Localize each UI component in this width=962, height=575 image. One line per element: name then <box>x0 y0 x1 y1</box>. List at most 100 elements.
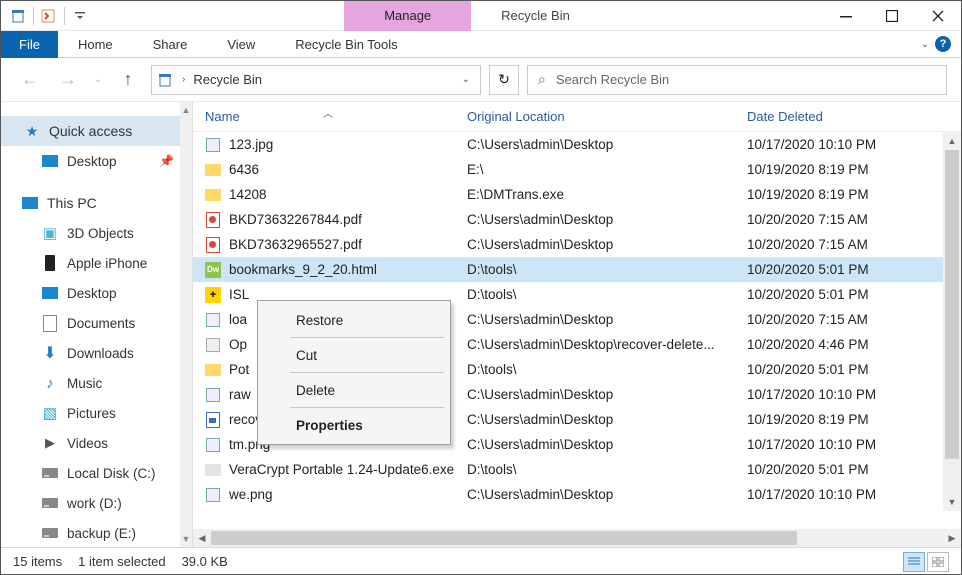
star-icon: ★ <box>23 122 41 140</box>
table-row[interactable]: 6436E:\10/19/2020 8:19 PM <box>193 157 961 182</box>
ribbon-expand-area: ⌄ ? <box>921 36 961 52</box>
sidebar-quick-access[interactable]: ★ Quick access <box>1 116 192 146</box>
sidebar-item-pictures[interactable]: ▧Pictures <box>1 398 192 428</box>
sidebar-item-label: 3D Objects <box>67 226 134 241</box>
divider <box>64 7 65 25</box>
sidebar-item-music[interactable]: ♪Music <box>1 368 192 398</box>
sidebar-this-pc[interactable]: This PC <box>1 188 192 218</box>
file-name: Op <box>229 337 247 352</box>
file-name: raw <box>229 387 251 402</box>
history-dropdown[interactable]: ⌄ <box>91 65 105 95</box>
file-name: VeraCrypt Portable 1.24-Update6.exe <box>229 462 454 477</box>
recycle-bin-icon[interactable] <box>7 5 29 27</box>
file-name: we.png <box>229 487 273 502</box>
view-large-icons-button[interactable] <box>927 552 949 572</box>
scroll-left-icon[interactable]: ◀ <box>193 529 211 547</box>
column-name[interactable]: ︿ Name <box>205 109 467 124</box>
column-date-deleted[interactable]: Date Deleted <box>747 109 961 124</box>
minimize-button[interactable] <box>823 1 869 31</box>
context-menu: Restore Cut Delete Properties <box>257 300 451 445</box>
ctx-restore[interactable]: Restore <box>260 305 448 335</box>
cell-name: 14208 <box>205 187 467 203</box>
tab-home[interactable]: Home <box>58 31 133 58</box>
sidebar-item-backup-e[interactable]: backup (E:) <box>1 518 192 547</box>
qat-dropdown-icon[interactable] <box>69 5 91 27</box>
tab-recycle-bin-tools[interactable]: Recycle Bin Tools <box>275 31 417 58</box>
back-button[interactable]: ← <box>15 65 45 95</box>
scroll-up-icon[interactable]: ▲ <box>180 102 192 118</box>
address-dropdown-icon[interactable]: ⌄ <box>456 74 476 85</box>
vertical-scrollbar[interactable]: ▲ ▼ <box>943 132 961 511</box>
cell-date-deleted: 10/20/2020 5:01 PM <box>747 287 961 302</box>
close-button[interactable] <box>915 1 961 31</box>
navpane-scrollbar[interactable]: ▲ ▼ <box>180 102 192 547</box>
cube-icon: ▣ <box>41 224 59 242</box>
properties-icon[interactable] <box>38 5 60 27</box>
disk-icon <box>41 524 59 542</box>
refresh-button[interactable]: ↻ <box>489 65 519 95</box>
view-details-button[interactable] <box>903 552 925 572</box>
breadcrumb-text[interactable]: Recycle Bin <box>193 72 449 87</box>
ctx-properties[interactable]: Properties <box>260 410 448 440</box>
scroll-up-icon[interactable]: ▲ <box>943 132 961 150</box>
column-original-location[interactable]: Original Location <box>467 109 747 124</box>
menu-separator <box>290 372 444 373</box>
sidebar-item-label: Documents <box>67 316 135 331</box>
table-row[interactable]: BKD73632267844.pdfC:\Users\admin\Desktop… <box>193 207 961 232</box>
ctx-delete[interactable]: Delete <box>260 375 448 405</box>
sidebar-item-documents[interactable]: Documents <box>1 308 192 338</box>
maximize-button[interactable] <box>869 1 915 31</box>
scroll-right-icon[interactable]: ▶ <box>943 529 961 547</box>
table-row[interactable]: Dwbookmarks_9_2_20.htmlD:\tools\10/20/20… <box>193 257 961 282</box>
sidebar-item-desktop[interactable]: Desktop 📌 <box>1 146 192 176</box>
cell-name: we.png <box>205 487 467 503</box>
address-bar[interactable]: › Recycle Bin ⌄ <box>151 65 481 95</box>
forward-button[interactable]: → <box>53 65 83 95</box>
table-row[interactable]: 14208E:\DMTrans.exe10/19/2020 8:19 PM <box>193 182 961 207</box>
file-tab[interactable]: File <box>1 31 58 58</box>
monitor-icon <box>41 284 59 302</box>
table-row[interactable]: we.pngC:\Users\admin\Desktop10/17/2020 1… <box>193 482 961 507</box>
music-icon: ♪ <box>41 374 59 392</box>
search-placeholder: Search Recycle Bin <box>556 72 669 87</box>
context-tab-manage[interactable]: Manage <box>344 1 471 31</box>
explorer-window: Manage Recycle Bin File Home Share View … <box>0 0 962 575</box>
monitor-icon <box>41 152 59 170</box>
cell-name: 6436 <box>205 162 467 178</box>
scroll-down-icon[interactable]: ▼ <box>180 531 192 547</box>
horizontal-scrollbar[interactable]: ◀ ▶ <box>193 529 961 547</box>
video-icon: ▶ <box>41 434 59 452</box>
cell-name: Dwbookmarks_9_2_20.html <box>205 262 467 278</box>
help-icon[interactable]: ? <box>935 36 951 52</box>
tab-view[interactable]: View <box>207 31 275 58</box>
scrollbar-thumb[interactable] <box>211 531 797 545</box>
cell-date-deleted: 10/20/2020 4:46 PM <box>747 337 961 352</box>
scroll-down-icon[interactable]: ▼ <box>943 493 961 511</box>
search-input[interactable]: ⌕ Search Recycle Bin <box>527 65 947 95</box>
sidebar-item-work-d[interactable]: work (D:) <box>1 488 192 518</box>
sidebar-item-desktop-pc[interactable]: Desktop <box>1 278 192 308</box>
divider <box>33 7 34 25</box>
scrollbar-thumb[interactable] <box>945 150 959 459</box>
sidebar-item-local-disk-c[interactable]: Local Disk (C:) <box>1 458 192 488</box>
sidebar-item-videos[interactable]: ▶Videos <box>1 428 192 458</box>
up-button[interactable]: ↑ <box>113 65 143 95</box>
sidebar-item-iphone[interactable]: Apple iPhone <box>1 248 192 278</box>
chevron-down-icon[interactable]: ⌄ <box>921 39 929 50</box>
breadcrumb-separator-icon[interactable]: › <box>180 74 187 85</box>
monitor-icon <box>21 194 39 212</box>
sidebar-item-3d-objects[interactable]: ▣ 3D Objects <box>1 218 192 248</box>
table-row[interactable]: BKD73632965527.pdfC:\Users\admin\Desktop… <box>193 232 961 257</box>
ctx-cut[interactable]: Cut <box>260 340 448 370</box>
tab-share[interactable]: Share <box>133 31 208 58</box>
cell-date-deleted: 10/20/2020 5:01 PM <box>747 262 961 277</box>
sort-asc-icon: ︿ <box>323 105 333 120</box>
table-row[interactable]: 123.jpgC:\Users\admin\Desktop10/17/2020 … <box>193 132 961 157</box>
sidebar-item-label: Pictures <box>67 406 116 421</box>
folder-icon <box>205 187 221 203</box>
table-row[interactable]: VeraCrypt Portable 1.24-Update6.exeD:\to… <box>193 457 961 482</box>
column-headers: ︿ Name Original Location Date Deleted <box>193 102 961 132</box>
sidebar-item-downloads[interactable]: ⬇Downloads <box>1 338 192 368</box>
cell-original-location: C:\Users\admin\Desktop\recover-delete... <box>467 337 747 352</box>
cell-original-location: E:\DMTrans.exe <box>467 187 747 202</box>
